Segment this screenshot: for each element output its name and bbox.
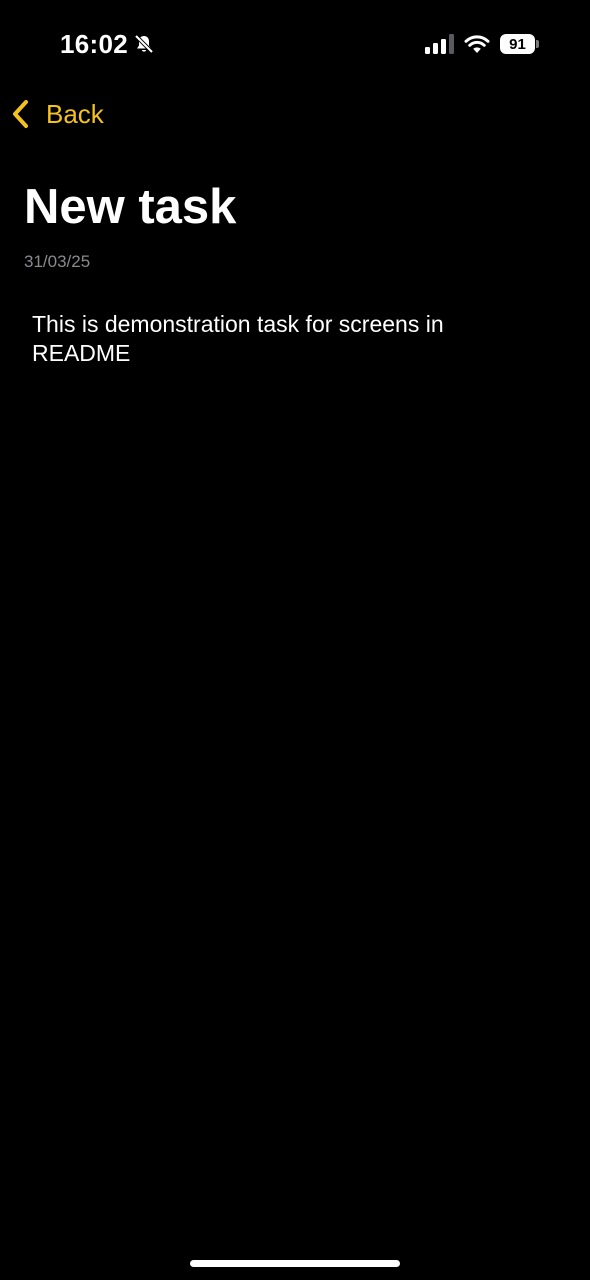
back-label: Back — [46, 98, 104, 129]
back-button[interactable]: Back — [10, 94, 104, 134]
home-indicator[interactable] — [190, 1260, 400, 1267]
battery-cap — [536, 40, 539, 48]
battery-icon: 91 — [500, 33, 540, 55]
status-indicators: 91 — [424, 30, 540, 58]
cellular-signal-icon — [424, 33, 454, 55]
bell-slash-icon — [133, 33, 155, 55]
wifi-icon — [464, 33, 490, 55]
status-time-group: 16:02 — [60, 28, 155, 60]
status-bar: 16:02 91 — [0, 0, 590, 88]
status-time: 16:02 — [60, 28, 128, 59]
chevron-left-icon — [10, 98, 32, 130]
task-description[interactable]: This is demonstration task for screens i… — [32, 310, 532, 368]
page-title[interactable]: New task — [24, 178, 236, 237]
battery-level: 91 — [500, 34, 535, 54]
task-date: 31/03/25 — [24, 252, 91, 271]
